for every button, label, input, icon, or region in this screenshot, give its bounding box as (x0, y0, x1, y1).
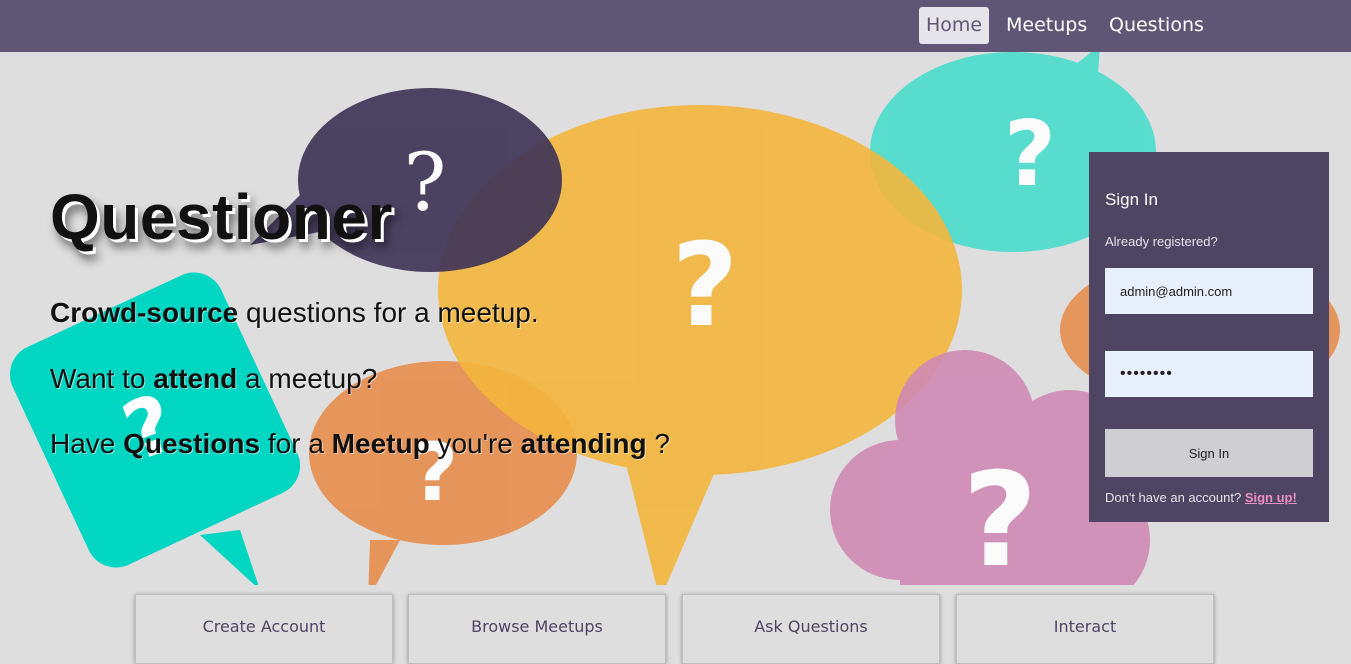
nav-questions-link[interactable]: Questions (1102, 7, 1211, 44)
signin-button[interactable]: Sign In (1105, 429, 1313, 477)
question-mark-icon: ? (404, 136, 447, 229)
signin-panel: Sign In Already registered? Sign In Don'… (1089, 152, 1329, 522)
feature-interact[interactable]: Interact (956, 594, 1214, 664)
tagline-attend: Want to attend a meetup? (50, 363, 378, 394)
top-navbar: Home Meetups Questions (0, 0, 1351, 52)
email-field[interactable] (1105, 268, 1313, 314)
nav-meetups-link[interactable]: Meetups (999, 7, 1094, 44)
page-title: Questioner (50, 181, 393, 253)
feature-ask-questions[interactable]: Ask Questions (682, 594, 940, 664)
question-mark-icon: ? (1004, 102, 1056, 207)
question-mark-icon: ? (962, 444, 1037, 585)
tagline-questions: Have Questions for a Meetup you're atten… (50, 428, 670, 459)
question-mark-icon: ? (672, 219, 739, 353)
nav-home-link[interactable]: Home (919, 7, 990, 44)
feature-browse-meetups[interactable]: Browse Meetups (408, 594, 666, 664)
tagline-crowd-source: Crowd-source questions for a meetup. (50, 297, 539, 328)
signup-prompt: Don't have an account? Sign up! (1105, 490, 1297, 505)
signup-link[interactable]: Sign up! (1245, 490, 1297, 505)
password-field[interactable] (1105, 351, 1313, 397)
signin-subtitle: Already registered? (1105, 234, 1218, 249)
feature-create-account[interactable]: Create Account (135, 594, 393, 664)
signin-title: Sign In (1105, 190, 1158, 209)
